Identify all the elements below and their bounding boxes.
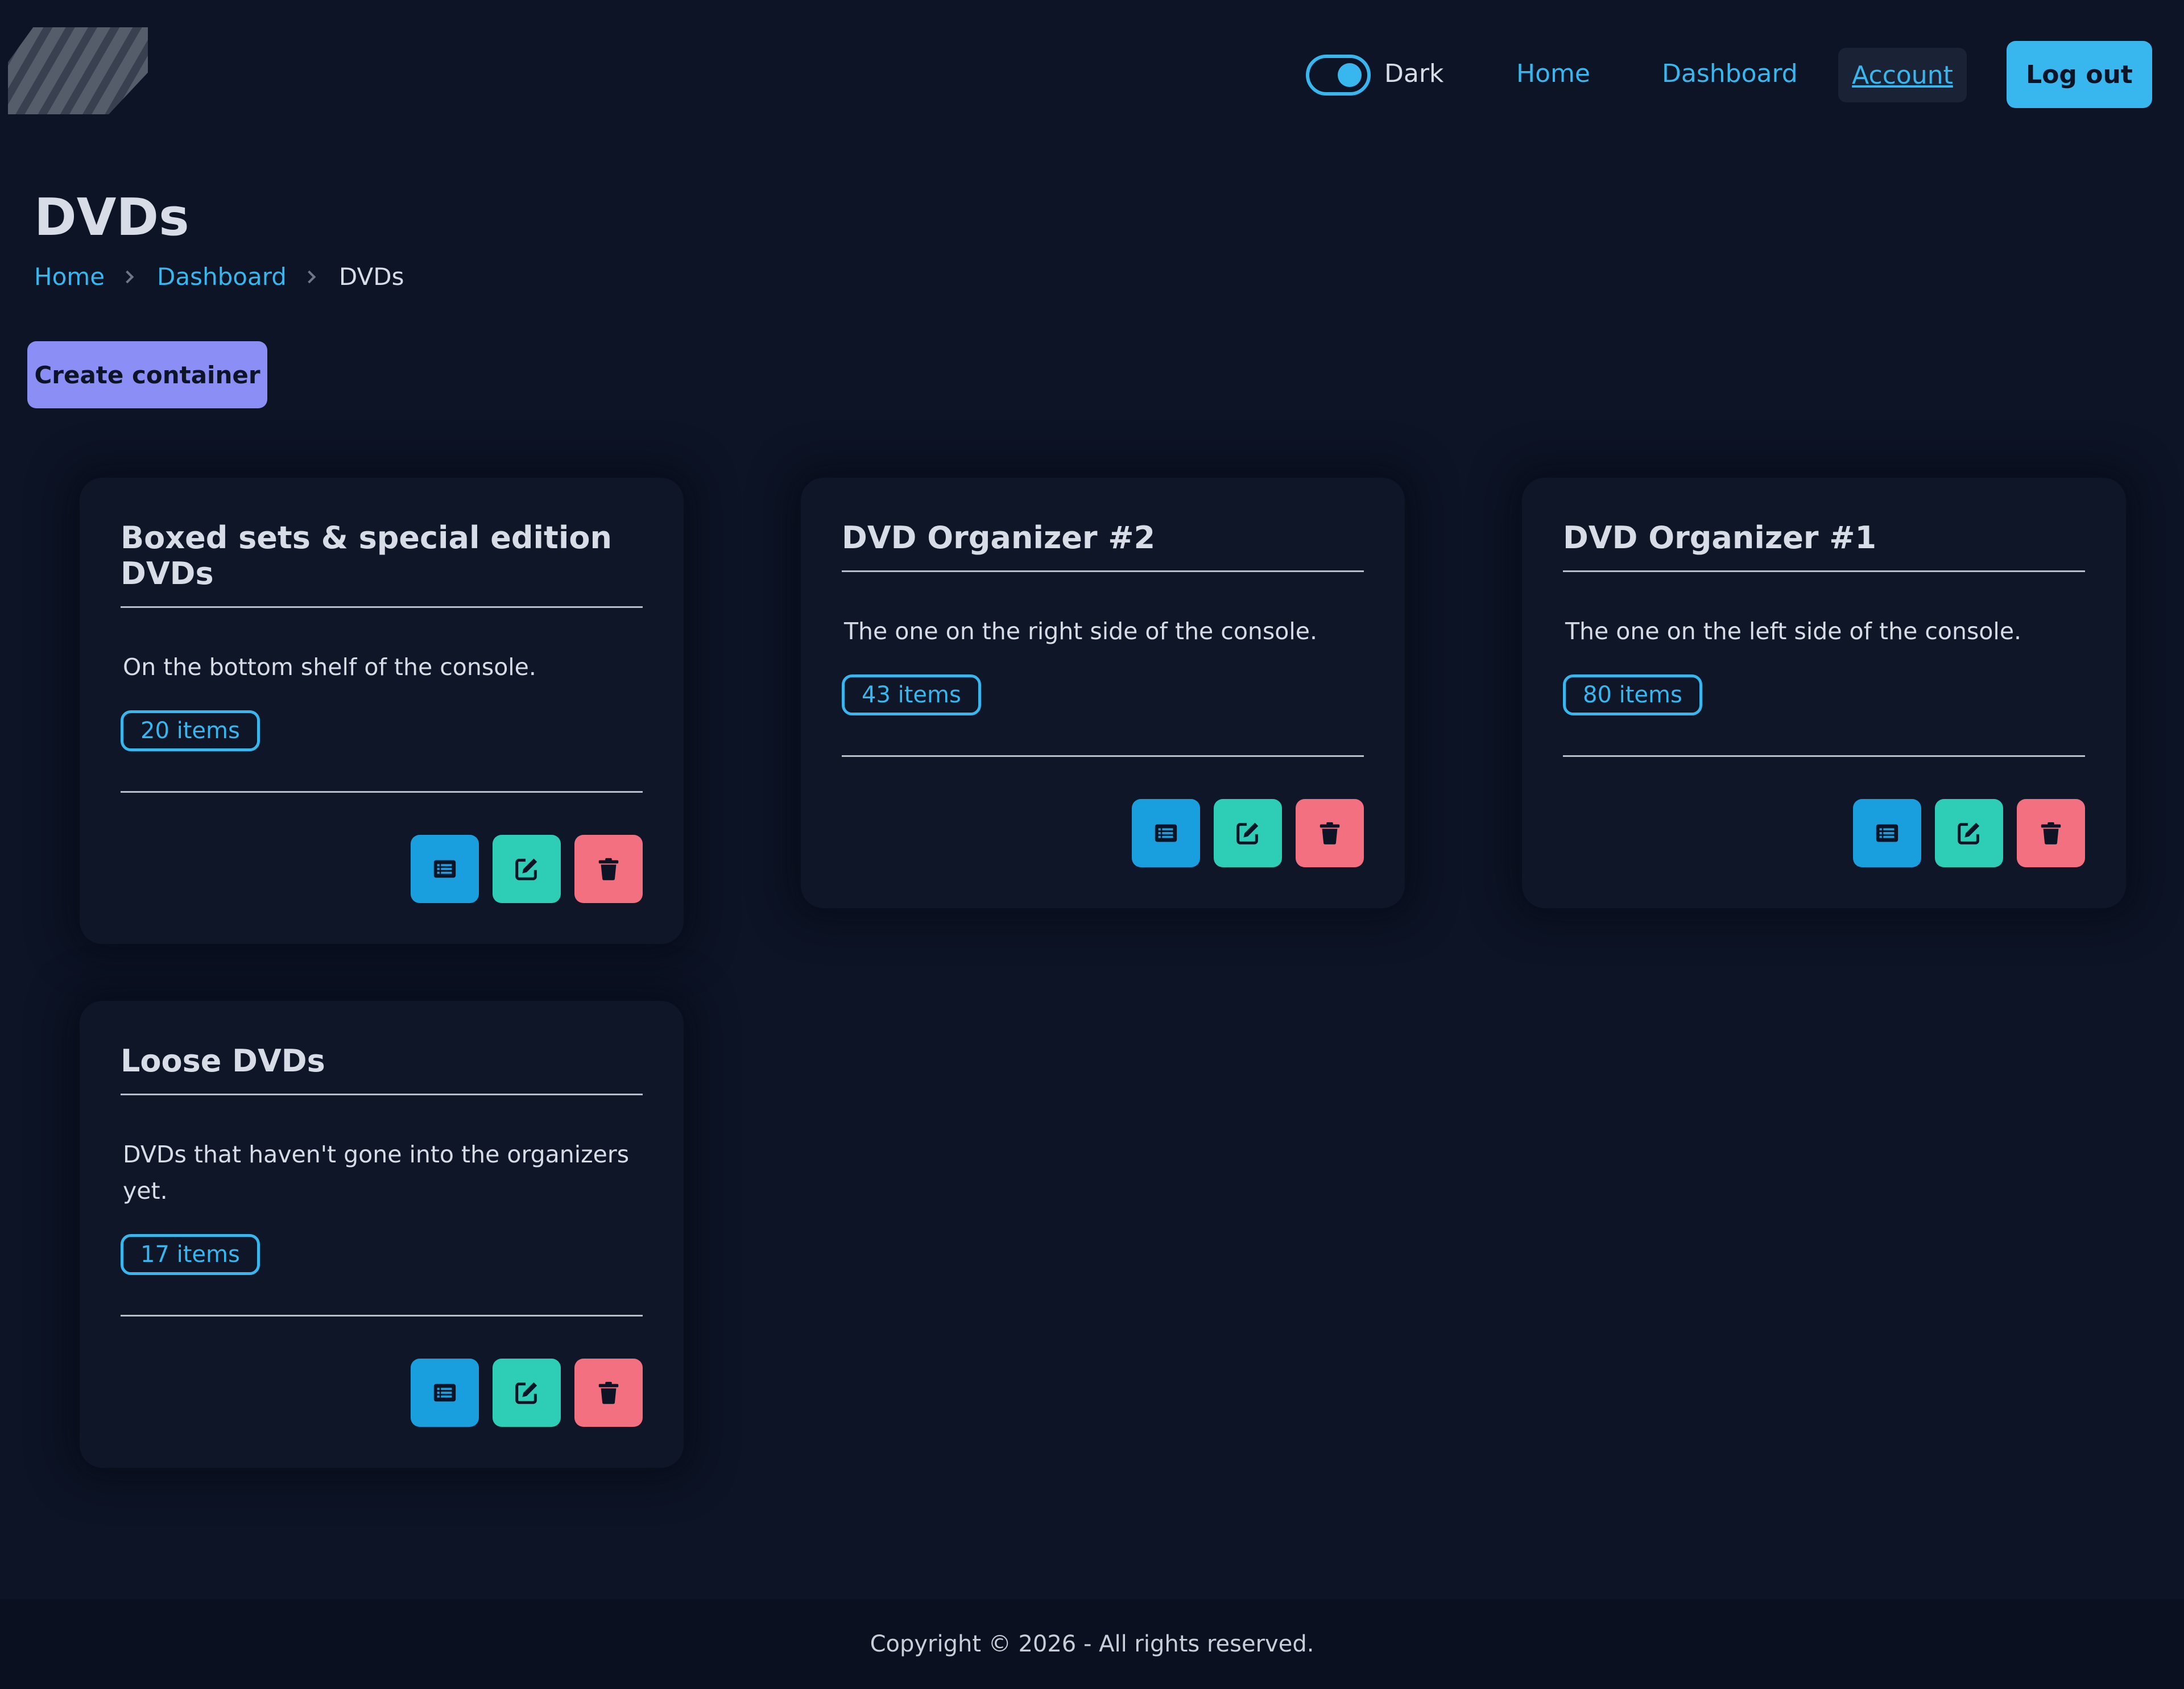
breadcrumb-current: DVDs — [338, 263, 404, 291]
edit-icon — [515, 1382, 537, 1404]
card-divider — [121, 1315, 643, 1317]
edit-icon — [1236, 822, 1259, 844]
container-card: DVD Organizer #1 The one on the left sid… — [1522, 478, 2126, 908]
page-title: DVDs — [34, 188, 189, 247]
logout-button[interactable]: Log out — [2007, 41, 2152, 108]
edit-icon — [515, 858, 537, 880]
trash-icon — [2041, 822, 2061, 844]
create-container-button[interactable]: Create container — [27, 341, 267, 408]
list-icon — [433, 860, 456, 878]
nav-account-link[interactable]: Account — [1838, 48, 1967, 102]
edit-container-button[interactable] — [1935, 799, 2003, 867]
list-icon — [1876, 824, 1898, 842]
card-actions — [842, 799, 1364, 908]
site-logo[interactable] — [8, 27, 148, 114]
card-description: The one on the right side of the console… — [844, 618, 1318, 645]
chevron-right-icon — [121, 270, 134, 283]
card-actions — [1563, 799, 2085, 908]
container-card: DVD Organizer #2 The one on the right si… — [801, 478, 1405, 908]
breadcrumb-home[interactable]: Home — [34, 263, 105, 291]
item-count-badge: 17 items — [121, 1234, 260, 1275]
delete-container-button[interactable] — [2017, 799, 2085, 867]
card-description: On the bottom shelf of the console. — [123, 653, 536, 681]
copyright-text: Copyright © 2026 - All rights reserved. — [870, 1631, 1314, 1657]
card-title[interactable]: Loose DVDs — [121, 1001, 643, 1095]
trash-icon — [1320, 822, 1340, 844]
chevron-right-icon — [303, 270, 316, 283]
delete-container-button[interactable] — [1296, 799, 1364, 867]
breadcrumb-dashboard[interactable]: Dashboard — [157, 263, 287, 291]
card-title[interactable]: DVD Organizer #1 — [1563, 478, 2085, 572]
theme-label: Dark — [1384, 59, 1444, 88]
edit-icon — [1958, 822, 1980, 844]
card-title[interactable]: DVD Organizer #2 — [842, 478, 1364, 572]
site-footer: Copyright © 2026 - All rights reserved. — [0, 1599, 2184, 1689]
theme-toggle-knob — [1338, 63, 1362, 87]
view-items-button[interactable] — [411, 835, 479, 903]
nav-dashboard-link[interactable]: Dashboard — [1662, 59, 1798, 88]
delete-container-button[interactable] — [574, 1359, 643, 1427]
item-count-badge: 20 items — [121, 710, 260, 751]
edit-container-button[interactable] — [493, 1359, 561, 1427]
view-items-button[interactable] — [1853, 799, 1921, 867]
trash-icon — [598, 1381, 619, 1404]
breadcrumb: Home Dashboard DVDs — [34, 263, 404, 291]
delete-container-button[interactable] — [574, 835, 643, 903]
theme-toggle[interactable] — [1306, 55, 1371, 96]
card-divider — [121, 791, 643, 793]
nav-home-link[interactable]: Home — [1516, 59, 1590, 88]
item-count-badge: 43 items — [842, 674, 981, 715]
list-icon — [1155, 824, 1177, 842]
item-count-badge: 80 items — [1563, 674, 1702, 715]
list-icon — [433, 1384, 456, 1402]
card-divider — [1563, 755, 2085, 757]
site-header: Dark Home Dashboard Account Log out — [0, 0, 2184, 131]
card-divider — [842, 755, 1364, 757]
trash-icon — [598, 858, 619, 880]
view-items-button[interactable] — [411, 1359, 479, 1427]
container-card: Loose DVDs DVDs that haven't gone into t… — [80, 1001, 684, 1468]
container-card: Boxed sets & special edition DVDs On the… — [80, 478, 684, 944]
card-actions — [121, 835, 643, 944]
card-description: The one on the left side of the console. — [1565, 618, 2022, 645]
edit-container-button[interactable] — [1214, 799, 1282, 867]
view-items-button[interactable] — [1132, 799, 1200, 867]
card-actions — [121, 1359, 643, 1468]
card-title[interactable]: Boxed sets & special edition DVDs — [121, 478, 643, 608]
card-description: DVDs that haven't gone into the organize… — [123, 1141, 630, 1204]
edit-container-button[interactable] — [493, 835, 561, 903]
